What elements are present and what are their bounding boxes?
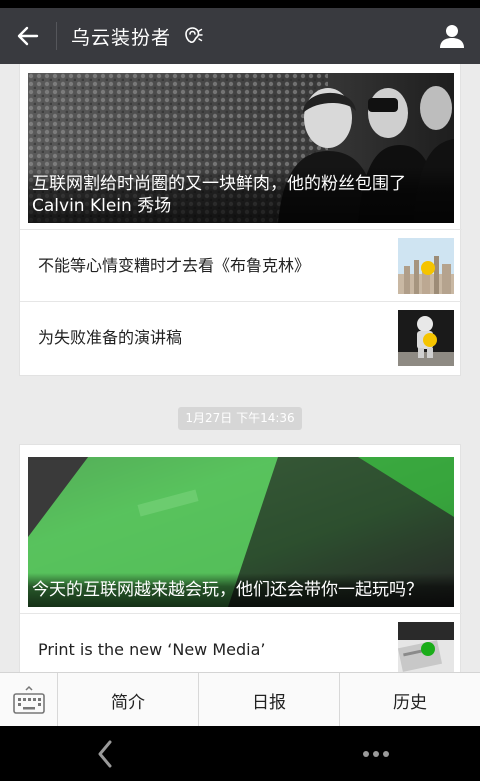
thumbnail-image bbox=[398, 238, 454, 294]
system-nav-bar bbox=[0, 726, 480, 781]
keyboard-toggle-button[interactable] bbox=[0, 673, 58, 727]
person-icon bbox=[440, 25, 464, 48]
status-bar bbox=[0, 0, 480, 8]
title-divider bbox=[56, 22, 57, 50]
bottom-menu: 简介 日报 历史 bbox=[0, 672, 480, 727]
thumbnail-image bbox=[398, 310, 454, 366]
keyboard-icon bbox=[12, 685, 45, 714]
page-title: 乌云装扮者 bbox=[71, 26, 172, 49]
list-item[interactable]: Print is the new ‘New Media’ bbox=[20, 613, 462, 672]
menu-intro[interactable]: 简介 bbox=[58, 673, 199, 727]
back-button[interactable] bbox=[0, 8, 56, 64]
timestamp-badge: 1月27日 下午14:36 bbox=[178, 407, 302, 430]
article-card: 互联网割给时尚圈的又一块鲜肉，他的粉丝包围了Calvin Klein 秀场 不能… bbox=[19, 64, 462, 376]
arrow-left-icon bbox=[17, 26, 39, 46]
article-card: 今天的互联网越来越会玩，他们还会带你一起玩吗？ Print is the new… bbox=[19, 444, 462, 672]
list-item[interactable]: 为失败准备的演讲稿 bbox=[20, 301, 462, 373]
item-title: 不能等心情变糟时才去看《布鲁克林》 bbox=[38, 256, 311, 275]
title-bar: 乌云装扮者 bbox=[0, 8, 480, 64]
more-dots-icon[interactable] bbox=[360, 742, 392, 766]
thumbnail-image bbox=[398, 622, 454, 672]
hero-article[interactable]: 今天的互联网越来越会玩，他们还会带你一起玩吗？ bbox=[28, 457, 454, 607]
list-item[interactable]: 不能等心情变糟时才去看《布鲁克林》 bbox=[20, 229, 462, 301]
message-feed[interactable]: 互联网割给时尚圈的又一块鲜肉，他的粉丝包围了Calvin Klein 秀场 不能… bbox=[0, 64, 480, 672]
item-title: Print is the new ‘New Media’ bbox=[38, 640, 266, 659]
menu-daily[interactable]: 日报 bbox=[199, 673, 340, 727]
profile-button[interactable] bbox=[436, 20, 468, 52]
item-title: 为失败准备的演讲稿 bbox=[38, 328, 183, 347]
hero-article[interactable]: 互联网割给时尚圈的又一块鲜肉，他的粉丝包围了Calvin Klein 秀场 bbox=[28, 73, 454, 223]
hero-title: 互联网割给时尚圈的又一块鲜肉，他的粉丝包围了Calvin Klein 秀场 bbox=[28, 167, 454, 223]
nav-back-icon[interactable] bbox=[90, 738, 122, 770]
menu-history[interactable]: 历史 bbox=[340, 673, 480, 727]
ear-icon bbox=[185, 27, 203, 43]
hero-title: 今天的互联网越来越会玩，他们还会带你一起玩吗？ bbox=[28, 573, 454, 607]
